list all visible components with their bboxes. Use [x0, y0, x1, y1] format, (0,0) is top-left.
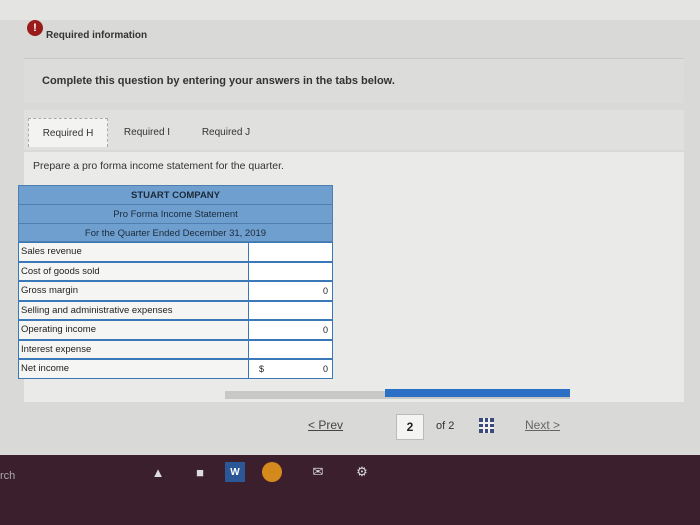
- page-count: of 2: [436, 420, 455, 432]
- row-label[interactable]: Interest expense: [18, 339, 248, 359]
- row-value: 0: [322, 364, 328, 374]
- instructions-text: Complete this question by entering your …: [42, 75, 395, 87]
- word-icon[interactable]: W: [225, 462, 245, 482]
- row-label[interactable]: Operating income: [18, 320, 248, 340]
- current-page: 2: [406, 420, 414, 434]
- progress-bar: [385, 389, 570, 397]
- statement-title: Pro Forma Income Statement: [18, 204, 333, 223]
- taskbar-search-fragment[interactable]: rch: [0, 470, 15, 482]
- row-value-input[interactable]: $0: [248, 359, 333, 379]
- mail-icon[interactable]: ✉: [308, 462, 328, 482]
- currency-symbol: $: [259, 364, 265, 374]
- row-label[interactable]: Net income: [18, 359, 248, 379]
- tabs-bar: Required H Required I Required J: [24, 110, 684, 150]
- statement-period: For the Quarter Ended December 31, 2019: [18, 223, 333, 242]
- tab-required-h[interactable]: Required H: [28, 118, 108, 147]
- taskbar: [0, 455, 700, 525]
- info-icon: !: [27, 20, 43, 36]
- shield-icon[interactable]: ▲: [148, 462, 168, 482]
- table-row: Operating income 0: [18, 320, 333, 340]
- statement-company: STUART COMPANY: [18, 185, 333, 204]
- table-row: Sales revenue: [18, 242, 333, 262]
- word-label: W: [230, 466, 240, 478]
- row-value-input[interactable]: [248, 242, 333, 262]
- next-label: Next: [525, 418, 550, 432]
- row-label[interactable]: Gross margin: [18, 281, 248, 301]
- row-value-input[interactable]: [248, 261, 333, 281]
- current-page-box[interactable]: 2: [396, 414, 424, 440]
- row-value-input[interactable]: 0: [248, 320, 333, 340]
- income-statement: STUART COMPANY Pro Forma Income Statemen…: [18, 185, 333, 379]
- next-button[interactable]: Next >: [525, 418, 560, 432]
- gear-icon[interactable]: ⚙: [352, 462, 372, 482]
- prompt-text: Prepare a pro forma income statement for…: [33, 160, 284, 172]
- prev-button[interactable]: < Prev: [308, 418, 343, 432]
- chrome-icon[interactable]: [262, 462, 282, 482]
- top-strip: [0, 0, 700, 20]
- grid-icon[interactable]: [479, 418, 494, 433]
- tab-required-j[interactable]: Required J: [190, 118, 262, 146]
- tab-required-i[interactable]: Required I: [112, 118, 182, 146]
- row-label[interactable]: Sales revenue: [18, 242, 248, 262]
- row-label[interactable]: Selling and administrative expenses: [18, 300, 248, 320]
- row-value-input[interactable]: 0: [248, 281, 333, 301]
- table-row: Cost of goods sold: [18, 261, 333, 281]
- table-row: Gross margin 0: [18, 281, 333, 301]
- row-label[interactable]: Cost of goods sold: [18, 261, 248, 281]
- row-value-input[interactable]: [248, 339, 333, 359]
- instructions-panel: Complete this question by entering your …: [24, 58, 684, 103]
- store-icon[interactable]: ■: [190, 462, 210, 482]
- table-row: Interest expense: [18, 339, 333, 359]
- row-value-input[interactable]: [248, 300, 333, 320]
- required-information-label: Required information: [46, 30, 148, 41]
- row-value: 0: [322, 286, 328, 296]
- prev-label: Prev: [318, 418, 344, 432]
- row-value: 0: [322, 325, 328, 335]
- table-row: Selling and administrative expenses: [18, 300, 333, 320]
- table-row: Net income $0: [18, 359, 333, 379]
